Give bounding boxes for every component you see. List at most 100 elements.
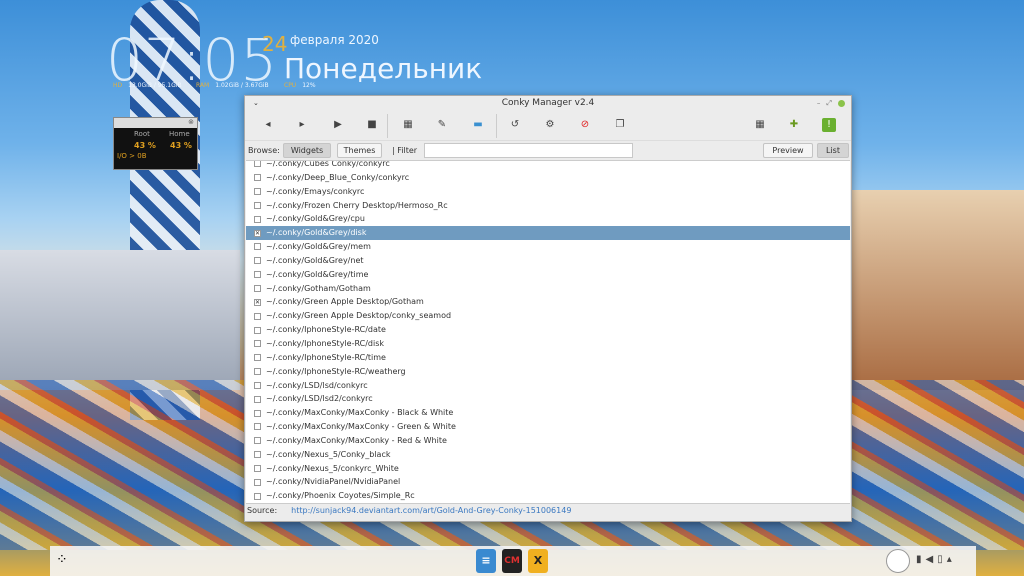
root-label: Root	[134, 130, 150, 138]
checkbox[interactable]	[254, 437, 261, 445]
taskbar: ⁘ ≡ CM X ▮◀▯▴	[50, 546, 976, 576]
list-item[interactable]: ~/.conky/MaxConky/MaxConky - Green & Whi…	[246, 420, 850, 434]
list-button[interactable]: List	[817, 143, 849, 158]
theme-edit-icon[interactable]: ▦	[401, 118, 415, 132]
item-path: ~/.conky/Cubes Conky/conkyrc	[266, 160, 390, 168]
list-item[interactable]: ~/.conky/Gold&Grey/mem	[246, 240, 850, 254]
list-item[interactable]: ~/.conky/Nexus_5/Conky_black	[246, 448, 850, 462]
disk-widget: ⊗ Root Home 43 % 43 % I/O > 0B	[113, 117, 198, 170]
checkbox[interactable]: ✕	[254, 229, 261, 237]
refresh-icon[interactable]: ↺	[508, 118, 522, 132]
list-item[interactable]: ~/.conky/Gold&Grey/net	[246, 254, 850, 268]
back-icon[interactable]: ◂	[261, 118, 275, 132]
list-item[interactable]: ~/.conky/Gold&Grey/cpu	[246, 212, 850, 226]
checkbox[interactable]	[254, 257, 261, 265]
checkbox[interactable]	[254, 381, 261, 389]
close-icon[interactable]: ⊗	[114, 118, 197, 128]
checkbox[interactable]	[254, 161, 261, 168]
checkbox[interactable]	[254, 271, 261, 279]
play-icon[interactable]: ▶	[331, 118, 345, 132]
menu-icon[interactable]: ⁘	[56, 552, 68, 568]
tray-icons[interactable]: ▮◀▯▴	[916, 554, 956, 565]
list-item[interactable]: ~/.conky/IphoneStyle-RC/weatherg	[246, 365, 850, 379]
checkbox[interactable]	[254, 312, 261, 320]
item-path: ~/.conky/Gold&Grey/disk	[266, 228, 367, 238]
checkbox[interactable]	[254, 368, 261, 376]
maximize-icon[interactable]: ⤢	[826, 99, 832, 107]
close-icon[interactable]	[838, 99, 845, 107]
about-icon[interactable]: !	[822, 118, 836, 132]
checkbox[interactable]	[254, 243, 261, 251]
forward-icon[interactable]: ▸	[295, 118, 309, 132]
item-path: ~/.conky/Green Apple Desktop/conky_seamo…	[266, 311, 452, 321]
donate-icon[interactable]: ✚	[787, 118, 801, 132]
list-item[interactable]: ~/.conky/LSD/lsd2/conkyrc	[246, 392, 850, 406]
toolbar: ◂ ▸ ▶ ■ ▦ ✎ ▬ ↺ ⚙ ⊘ ❐ ▦ ✚ !	[245, 110, 851, 141]
checkbox[interactable]	[254, 409, 261, 417]
checkbox[interactable]	[254, 201, 261, 209]
checkbox[interactable]	[254, 423, 261, 431]
list-item[interactable]: ~/.conky/Cubes Conky/conkyrc	[246, 160, 850, 171]
source-bar: Source: http://sunjack94.deviantart.com/a…	[245, 506, 571, 515]
item-path: ~/.conky/IphoneStyle-RC/weatherg	[266, 366, 406, 376]
checkbox[interactable]	[254, 326, 261, 334]
item-path: ~/.conky/NvidiaPanel/NvidiaPanel	[266, 477, 401, 487]
item-path: ~/.conky/Nexus_5/Conky_black	[266, 449, 391, 459]
xapp-icon[interactable]: X	[528, 549, 548, 573]
list-item[interactable]: ~/.conky/LSD/lsd/conkyrc	[246, 379, 850, 393]
list-item[interactable]: ~/.conky/IphoneStyle-RC/time	[246, 351, 850, 365]
checkbox[interactable]	[254, 340, 261, 348]
list-item[interactable]: ~/.conky/MaxConky/MaxConky - Red & White	[246, 434, 850, 448]
conky-weekday: Понедельник	[284, 52, 483, 85]
settings-icon[interactable]: ⚙	[543, 118, 557, 132]
list-item[interactable]: ~/.conky/Gotham/Gotham	[246, 282, 850, 296]
source-link[interactable]: http://sunjack94.deviantart.com/art/Gold…	[291, 506, 571, 515]
list-item[interactable]: ~/.conky/Nexus_5/conkyrc_White	[246, 462, 850, 476]
filter-input[interactable]	[424, 143, 633, 158]
checkbox[interactable]	[254, 478, 261, 486]
checkbox[interactable]	[254, 464, 261, 472]
widgets-tab[interactable]: Widgets	[283, 143, 331, 158]
checkbox[interactable]	[254, 354, 261, 362]
list-item[interactable]: ~/.conky/Phoenix Coyotes/Simple_Rc	[246, 489, 850, 503]
list-item[interactable]: ~/.conky/Gold&Grey/time	[246, 268, 850, 282]
preview-button[interactable]: Preview	[763, 143, 813, 158]
item-path: ~/.conky/Gold&Grey/mem	[266, 242, 371, 252]
themes-tab[interactable]: Themes	[337, 143, 382, 158]
item-path: ~/.conky/IphoneStyle-RC/date	[266, 325, 386, 335]
checkbox[interactable]: ✕	[254, 298, 261, 306]
stop-icon[interactable]: ■	[365, 118, 379, 132]
list-item[interactable]: ~/.conky/Green Apple Desktop/conky_seamo…	[246, 309, 850, 323]
list-item[interactable]: ~/.conky/IphoneStyle-RC/date	[246, 323, 850, 337]
checkbox[interactable]	[254, 215, 261, 223]
checkbox[interactable]	[254, 174, 261, 182]
list-item[interactable]: ✕ ~/.conky/Gold&Grey/disk	[246, 226, 850, 241]
item-path: ~/.conky/MaxConky/MaxConky - Green & Whi…	[266, 422, 456, 432]
checkbox[interactable]	[254, 492, 261, 500]
folder-icon[interactable]: ▬	[471, 118, 485, 132]
clock-icon[interactable]	[886, 549, 910, 573]
list-item[interactable]: ~/.conky/Emays/conkyrc	[246, 185, 850, 199]
checkbox[interactable]	[254, 188, 261, 196]
minimize-icon[interactable]: –	[817, 99, 821, 107]
checkbox[interactable]	[254, 451, 261, 459]
list-item[interactable]: ~/.conky/Frozen Cherry Desktop/Hermoso_R…	[246, 199, 850, 213]
conky-month: февраля 2020	[290, 33, 379, 47]
edit-icon[interactable]: ✎	[435, 118, 449, 132]
list-item[interactable]: ✕ ~/.conky/Green Apple Desktop/Gotham	[246, 295, 850, 309]
checkbox[interactable]	[254, 395, 261, 403]
checkbox[interactable]	[254, 285, 261, 293]
kill-icon[interactable]: ⊘	[578, 118, 592, 132]
list-item[interactable]: ~/.conky/Deep_Blue_Conky/conkyrc	[246, 171, 850, 185]
widget-list: ~/.conky/Cubes Conky/conkyrc ~/.conky/Dee…	[246, 160, 850, 504]
clone-icon[interactable]: ❐	[613, 118, 627, 132]
theme-settings-icon[interactable]: ▦	[753, 118, 767, 132]
conky-ram: RAM 1.02GiB / 3.67GiB	[196, 82, 269, 89]
window-menu-icon[interactable]: ⌄	[253, 96, 259, 110]
conky-manager-app-icon[interactable]: CM	[502, 549, 522, 573]
list-item[interactable]: ~/.conky/NvidiaPanel/NvidiaPanel	[246, 475, 850, 489]
browse-bar: Browse: Widgets Themes | Filter Preview …	[245, 141, 851, 159]
list-item[interactable]: ~/.conky/IphoneStyle-RC/disk	[246, 337, 850, 351]
document-app-icon[interactable]: ≡	[476, 549, 496, 573]
list-item[interactable]: ~/.conky/MaxConky/MaxConky - Black & Whi…	[246, 406, 850, 420]
